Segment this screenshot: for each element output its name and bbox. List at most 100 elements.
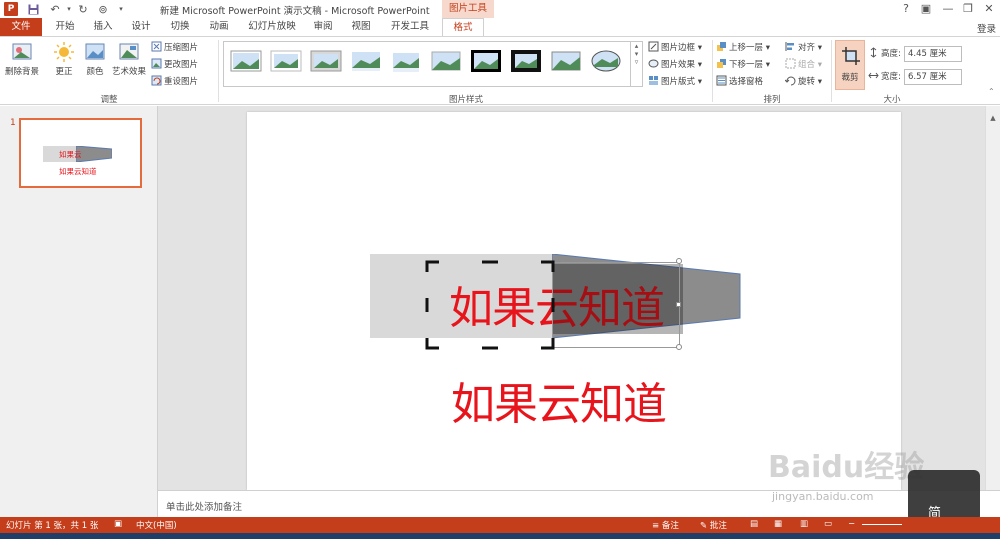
ime-toolbar[interactable]: 简 bbox=[908, 470, 980, 522]
artistic-effects-button[interactable]: 艺术效果 bbox=[110, 41, 148, 77]
crop-label: 裁剪 bbox=[841, 73, 859, 83]
normal-view-icon[interactable]: ▤ bbox=[750, 519, 758, 529]
picture-style-5[interactable] bbox=[390, 49, 422, 73]
tab-home[interactable]: 开始 bbox=[50, 18, 80, 36]
sign-in-link[interactable]: 登录 bbox=[977, 21, 996, 35]
color-button[interactable]: 颜色 bbox=[82, 41, 108, 77]
slide-sorter-icon[interactable]: ▦ bbox=[774, 519, 782, 529]
remove-background-button[interactable]: 删除背景 bbox=[4, 41, 40, 77]
group-button[interactable]: 组合 ▾ bbox=[785, 58, 822, 72]
scroll-up-icon[interactable]: ▲ bbox=[988, 114, 998, 124]
align-label: 对齐 bbox=[798, 43, 816, 53]
zoom-out-icon[interactable]: − bbox=[848, 519, 855, 529]
bring-forward-label: 上移一层 bbox=[729, 43, 764, 53]
group-separator bbox=[712, 40, 713, 102]
picture-effects-label: 图片效果 bbox=[661, 60, 696, 70]
watermark-brand: Baidu经验 bbox=[768, 450, 925, 485]
restore-button[interactable]: ❐ bbox=[960, 1, 976, 17]
taskbar bbox=[0, 533, 1000, 539]
redo-icon[interactable]: ↻ bbox=[76, 2, 90, 16]
slideshow-from-start-icon[interactable]: ⊚ bbox=[96, 2, 110, 16]
compress-pictures-button[interactable]: 压缩图片 bbox=[151, 41, 198, 55]
picture-border-label: 图片边框 bbox=[661, 43, 696, 53]
slide-thumbnail[interactable]: 如果云 如果云知道 bbox=[19, 118, 142, 188]
bring-forward-button[interactable]: 上移一层 ▾ bbox=[716, 41, 770, 55]
gallery-scroll[interactable]: ▴ ▾ ▿ bbox=[631, 41, 643, 87]
picture-border-button[interactable]: 图片边框 ▾ bbox=[648, 41, 702, 55]
picture-selection-frame[interactable] bbox=[552, 262, 680, 348]
picture-effects-button[interactable]: 图片效果 ▾ bbox=[648, 58, 702, 72]
collapse-ribbon-icon[interactable]: ⌃ bbox=[988, 87, 995, 96]
reset-picture-button[interactable]: 重设图片 bbox=[151, 75, 198, 89]
picture-style-1[interactable] bbox=[230, 49, 262, 73]
selection-pane-button[interactable]: 选择窗格 bbox=[716, 75, 763, 89]
notes-placeholder[interactable]: 单击此处添加备注 bbox=[166, 499, 242, 513]
tab-format[interactable]: 格式 bbox=[442, 18, 484, 37]
tab-file[interactable]: 文件 bbox=[0, 18, 42, 36]
customize-toolbar-icon[interactable]: ▾ bbox=[114, 2, 128, 16]
tab-transitions[interactable]: 切换 bbox=[165, 18, 195, 36]
slideshow-view-icon[interactable]: ▭ bbox=[824, 519, 832, 529]
crop-button[interactable]: 裁剪 bbox=[835, 40, 865, 90]
group-icon bbox=[785, 58, 796, 69]
powerpoint-window: P ↶ ▾ ↻ ⊚ ▾ 新建 Microsoft PowerPoint 演示文稿… bbox=[0, 0, 1000, 539]
tab-developer[interactable]: 开发工具 bbox=[386, 18, 434, 36]
change-picture-icon bbox=[151, 58, 162, 69]
resize-handle-bottom-right[interactable] bbox=[676, 344, 682, 350]
notes-toggle-button[interactable]: ≡ 备注 bbox=[652, 519, 679, 531]
picture-styles-group-label: 图片样式 bbox=[448, 95, 483, 105]
resize-handle-top-right[interactable] bbox=[676, 258, 682, 264]
resize-handle-right[interactable] bbox=[676, 302, 681, 307]
minimize-button[interactable]: — bbox=[940, 1, 956, 17]
language-indicator[interactable]: 中文(中国) bbox=[136, 519, 177, 531]
tab-design[interactable]: 设计 bbox=[126, 18, 156, 36]
picture-style-4[interactable] bbox=[350, 49, 382, 73]
change-picture-button[interactable]: 更改图片 bbox=[151, 58, 198, 72]
align-icon bbox=[785, 41, 796, 52]
align-button[interactable]: 对齐 ▾ bbox=[785, 41, 822, 55]
width-input[interactable]: 6.57 厘米 bbox=[904, 69, 962, 85]
undo-dropdown-icon[interactable]: ▾ bbox=[62, 2, 76, 16]
undo-icon[interactable]: ↶ bbox=[48, 2, 62, 16]
picture-style-10[interactable] bbox=[590, 49, 622, 73]
picture-style-8[interactable] bbox=[510, 49, 542, 73]
slide-canvas[interactable]: 如果云知道 如果云知道 bbox=[247, 112, 901, 490]
zoom-slider[interactable] bbox=[862, 524, 902, 525]
send-backward-button[interactable]: 下移一层 ▾ bbox=[716, 58, 770, 72]
picture-style-6[interactable] bbox=[430, 49, 462, 73]
send-backward-icon bbox=[716, 58, 727, 69]
picture-style-9[interactable] bbox=[550, 49, 582, 73]
corrections-label: 更正 bbox=[55, 67, 73, 77]
ribbon-display-options-button[interactable]: ▣ bbox=[918, 1, 934, 17]
color-label: 颜色 bbox=[86, 67, 104, 77]
slide-number: 1 bbox=[10, 118, 16, 128]
reading-view-icon[interactable]: ▥ bbox=[800, 519, 808, 529]
close-button[interactable]: ✕ bbox=[981, 1, 997, 17]
tab-slideshow[interactable]: 幻灯片放映 bbox=[244, 18, 300, 36]
corrections-button[interactable]: 更正 bbox=[50, 41, 78, 77]
picture-style-2[interactable] bbox=[270, 49, 302, 73]
thumb-text-top: 如果云 bbox=[59, 150, 82, 159]
tab-view[interactable]: 视图 bbox=[346, 18, 376, 36]
rotate-button[interactable]: 旋转 ▾ bbox=[784, 75, 822, 89]
spellcheck-icon[interactable]: ▣ bbox=[114, 519, 122, 529]
vertical-scrollbar[interactable]: ▲ bbox=[985, 106, 1000, 490]
height-input[interactable]: 4.45 厘米 bbox=[904, 46, 962, 62]
picture-layout-button[interactable]: 图片版式 ▾ bbox=[648, 75, 702, 89]
selection-pane-label: 选择窗格 bbox=[729, 77, 764, 87]
picture-style-7[interactable] bbox=[470, 49, 502, 73]
powerpoint-icon[interactable]: P bbox=[4, 2, 18, 16]
thumb-text-bottom: 如果云知道 bbox=[59, 167, 97, 176]
bring-forward-icon bbox=[716, 41, 727, 52]
save-icon[interactable] bbox=[26, 2, 40, 16]
slide-text-box[interactable]: 如果云知道 bbox=[451, 368, 667, 432]
change-picture-label: 更改图片 bbox=[164, 60, 199, 70]
picture-style-3[interactable] bbox=[310, 49, 342, 73]
artistic-effects-label: 艺术效果 bbox=[111, 67, 146, 77]
tab-animations[interactable]: 动画 bbox=[204, 18, 234, 36]
tab-review[interactable]: 审阅 bbox=[308, 18, 338, 36]
help-button[interactable]: ? bbox=[898, 1, 914, 17]
comments-toggle-button[interactable]: ✎ 批注 bbox=[700, 519, 727, 531]
tab-insert[interactable]: 插入 bbox=[88, 18, 118, 36]
crop-handles[interactable] bbox=[425, 260, 555, 350]
